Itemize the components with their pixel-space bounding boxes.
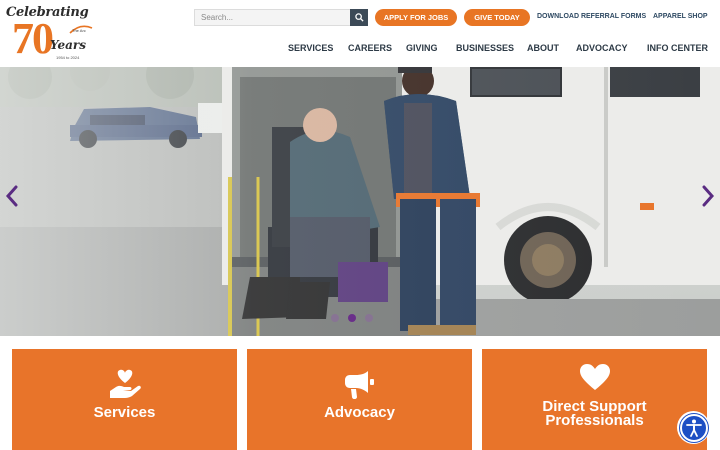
logo-org-name: The Arc — [72, 28, 86, 33]
hero-photo — [0, 67, 720, 336]
nav-item-info-center[interactable]: INFO CENTER — [647, 43, 708, 53]
nav-item-services[interactable]: SERVICES — [288, 43, 333, 53]
search-box — [194, 9, 368, 26]
search-icon — [354, 13, 364, 22]
slider-next-arrow[interactable] — [700, 185, 716, 207]
heart-in-hand-icon — [110, 369, 141, 398]
nav-item-careers[interactable]: CAREERS — [348, 43, 392, 53]
main-nav: SERVICES CAREERS GIVING BUSINESSES ABOUT… — [0, 43, 720, 55]
nav-item-about[interactable]: ABOUT — [527, 43, 559, 53]
site-header: Celebrating 70 The Arc Years 1954 to 202… — [0, 0, 720, 67]
direct-support-professionals-card[interactable]: Direct Support Professionals — [482, 349, 707, 450]
apparel-shop-link[interactable]: APPAREL SHOP — [653, 13, 708, 20]
accessibility-person-icon — [685, 419, 702, 437]
give-today-button[interactable]: GIVE TODAY — [464, 9, 530, 26]
accessibility-button-inner — [679, 413, 708, 442]
nav-item-advocacy[interactable]: ADVOCACY — [576, 43, 628, 53]
slider-dot-3[interactable] — [365, 314, 373, 322]
nav-item-businesses[interactable]: BUSINESSES — [456, 43, 514, 53]
hero-slider — [0, 67, 720, 336]
accessibility-button[interactable] — [677, 411, 710, 444]
chevron-left-icon — [5, 185, 18, 207]
heart-icon — [580, 364, 610, 390]
advocacy-card[interactable]: Advocacy — [247, 349, 472, 450]
download-referral-forms-link[interactable]: DOWNLOAD REFERRAL FORMS — [537, 13, 646, 20]
nav-item-giving[interactable]: GIVING — [406, 43, 438, 53]
slider-dot-2[interactable] — [348, 314, 356, 322]
search-input[interactable] — [195, 10, 351, 25]
apply-for-jobs-button[interactable]: APPLY FOR JOBS — [375, 9, 457, 26]
chevron-right-icon — [702, 185, 715, 207]
page: Celebrating 70 The Arc Years 1954 to 202… — [0, 0, 720, 450]
slider-prev-arrow[interactable] — [4, 185, 20, 207]
dsp-card-label-line2: Professionals — [545, 412, 644, 429]
advocacy-card-label: Advocacy — [324, 404, 395, 421]
services-card-label: Services — [93, 404, 156, 421]
slider-dot-1[interactable] — [331, 314, 339, 322]
services-card[interactable]: Services — [12, 349, 237, 450]
logo-dates: 1954 to 2024 — [56, 55, 80, 60]
megaphone-icon — [345, 371, 374, 399]
search-button[interactable] — [350, 9, 368, 26]
